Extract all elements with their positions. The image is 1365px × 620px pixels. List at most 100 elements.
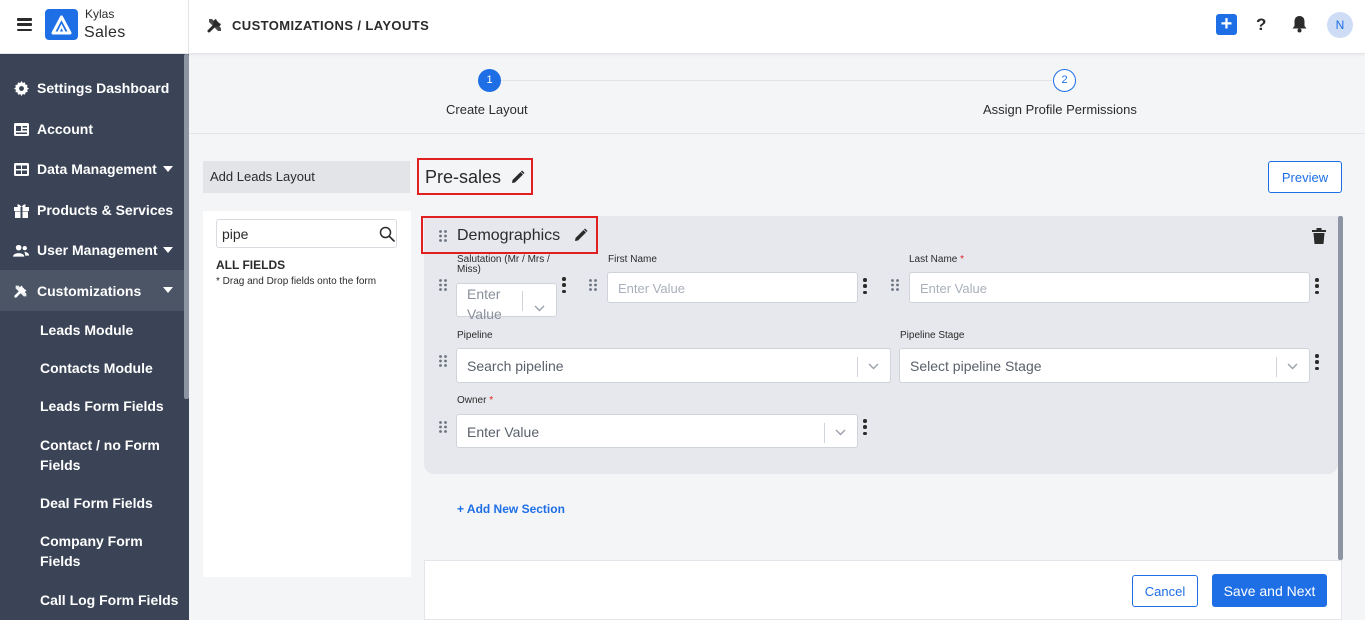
field-drag-handle-icon[interactable] (891, 278, 899, 291)
sidebar-subitem-deal-form-fields[interactable]: Deal Form Fields (40, 493, 180, 513)
last-name-label-text: Last Name (909, 254, 958, 265)
chevron-down-icon (835, 429, 846, 436)
table-icon (13, 161, 29, 177)
breadcrumb: CUSTOMIZATIONS / LAYOUTS (232, 18, 430, 33)
step-1-label: Create Layout (446, 102, 528, 117)
sidebar-subitem-call-log-form-fields[interactable]: Call Log Form Fields (40, 590, 180, 610)
first-name-options-kebab-icon[interactable] (863, 278, 867, 294)
tools-icon (13, 283, 29, 299)
sidebar-item-products-services[interactable]: Products & Services (0, 190, 184, 230)
content-scrollbar[interactable] (1338, 216, 1343, 560)
fields-panel: ALL FIELDS * Drag and Drop fields onto t… (203, 211, 411, 577)
select-separator (824, 423, 825, 443)
last-name-label: Last Name * (909, 255, 964, 265)
salutation-select[interactable]: Enter Value (456, 283, 557, 322)
sidebar-item-account[interactable]: Account (0, 109, 184, 149)
sidebar-item-label: Products & Services (37, 202, 174, 218)
sidebar-item-user-management[interactable]: User Management (0, 230, 184, 270)
sidebar-item-label: Settings Dashboard (37, 80, 170, 96)
field-drag-handle-icon[interactable] (439, 354, 447, 367)
chevron-down-icon (163, 247, 173, 253)
search-icon[interactable] (379, 226, 395, 242)
pipeline-placeholder: Search pipeline (467, 358, 564, 374)
first-name-input[interactable]: Enter Value (607, 272, 858, 303)
add-leads-layout-tab[interactable]: Add Leads Layout (203, 161, 410, 193)
first-name-placeholder: Enter Value (618, 281, 685, 296)
top-bar: Kylas Sales CUSTOMIZATIONS / LAYOUTS + ?… (0, 0, 1365, 54)
add-new-section-link[interactable]: + Add New Section (457, 502, 565, 516)
pipeline-stage-placeholder: Select pipeline Stage (910, 358, 1042, 374)
section-title: Demographics (457, 227, 561, 244)
field-drag-handle-icon[interactable] (439, 420, 447, 433)
sidebar-subitem-leads-module[interactable]: Leads Module (40, 320, 180, 340)
required-asterisk: * (960, 254, 965, 265)
owner-options-kebab-icon[interactable] (863, 419, 867, 435)
salutation-options-kebab-icon[interactable] (562, 277, 566, 293)
product-name: Sales (84, 24, 126, 41)
sidebar-subitem-contacts-module[interactable]: Contacts Module (40, 358, 180, 378)
sidebar-item-label: User Management (37, 242, 158, 258)
salutation-label: Salutation (Mr / Mrs / Miss) (457, 254, 550, 275)
field-drag-handle-icon[interactable] (589, 278, 597, 291)
select-separator (522, 291, 523, 311)
step-2-label: Assign Profile Permissions (983, 102, 1137, 117)
owner-label: Owner * (457, 396, 493, 406)
save-and-next-button[interactable]: Save and Next (1212, 574, 1327, 607)
sidebar-item-settings-dashboard[interactable]: Settings Dashboard (0, 68, 184, 108)
owner-placeholder: Enter Value (467, 424, 540, 440)
sidebar-item-label: Data Management (37, 161, 157, 177)
hamburger-menu-icon[interactable] (17, 18, 32, 31)
cancel-button[interactable]: Cancel (1132, 575, 1198, 607)
sidebar-item-label: Account (37, 121, 93, 137)
all-fields-heading: ALL FIELDS (216, 258, 286, 272)
last-name-options-kebab-icon[interactable] (1315, 278, 1319, 294)
owner-label-text: Owner (457, 395, 487, 406)
field-search-input[interactable] (216, 219, 397, 248)
pipeline-stage-label: Pipeline Stage (900, 330, 965, 341)
sidebar-item-customizations[interactable]: Customizations (0, 270, 184, 311)
chevron-down-icon (534, 297, 545, 312)
add-new-button[interactable]: + (1216, 14, 1237, 35)
salutation-placeholder: Enter Value (467, 286, 502, 322)
sidebar-subitem-contact-form-fields[interactable]: Contact / no Form Fields (40, 435, 180, 475)
users-icon (13, 242, 29, 258)
stepper-line (498, 80, 1052, 81)
required-asterisk: * (489, 395, 494, 406)
preview-button[interactable]: Preview (1268, 161, 1342, 193)
form-footer (424, 560, 1342, 620)
section-drag-handle-icon[interactable] (439, 229, 447, 242)
delete-section-trash-icon[interactable] (1312, 228, 1326, 244)
pipeline-stage-select[interactable]: Select pipeline Stage (899, 348, 1310, 383)
select-separator (1276, 357, 1277, 377)
sidebar-subitem-leads-form-fields[interactable]: Leads Form Fields (40, 396, 180, 416)
brand-name: Kylas (85, 7, 115, 21)
select-separator (857, 357, 858, 377)
chevron-down-icon (163, 166, 173, 172)
stepper: 1 Create Layout 2 Assign Profile Permiss… (189, 55, 1365, 134)
user-avatar[interactable]: N (1327, 12, 1353, 38)
help-icon[interactable]: ? (1256, 15, 1266, 35)
last-name-input[interactable]: Enter Value (909, 272, 1310, 303)
step-2-indicator: 2 (1053, 69, 1076, 92)
first-name-label: First Name (608, 254, 657, 265)
sidebar: Settings Dashboard Account Data Manageme… (0, 54, 189, 620)
sidebar-item-data-management[interactable]: Data Management (0, 149, 184, 189)
notification-bell-icon[interactable] (1291, 15, 1308, 33)
pipeline-select[interactable]: Search pipeline (456, 348, 891, 383)
tools-icon (206, 16, 224, 34)
step-1-indicator: 1 (478, 69, 501, 92)
field-drag-handle-icon[interactable] (439, 278, 447, 291)
chevron-down-icon (868, 363, 879, 370)
last-name-placeholder: Enter Value (920, 281, 987, 296)
sidebar-subitem-company-form-fields[interactable]: Company Form Fields (40, 531, 180, 571)
pipeline-label: Pipeline (457, 330, 493, 341)
layout-name: Pre-sales (425, 167, 502, 187)
drag-drop-hint: * Drag and Drop fields onto the form (216, 276, 377, 287)
gear-icon (13, 80, 29, 96)
kylas-logo-icon (45, 9, 78, 40)
edit-section-title-pencil-icon[interactable] (573, 228, 588, 243)
owner-select[interactable]: Enter Value (456, 414, 858, 448)
chevron-down-icon (1287, 363, 1298, 370)
pipeline-stage-options-kebab-icon[interactable] (1315, 354, 1319, 370)
edit-layout-name-pencil-icon[interactable] (510, 170, 525, 185)
